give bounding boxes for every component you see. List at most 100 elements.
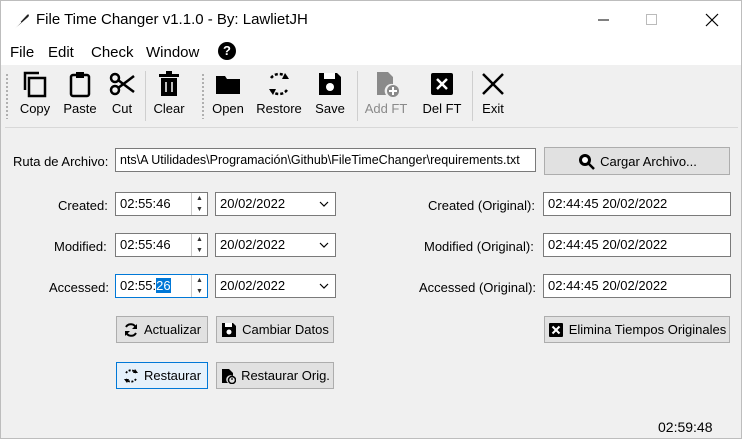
spin-up-icon[interactable]: ▲ (192, 193, 207, 204)
toolbar: Copy Paste Cut Clear Open Restore Save A… (1, 65, 741, 124)
exit-label: Exit (482, 101, 504, 116)
file-path-input[interactable]: nts\A Utilidades\Programación\Github\Fil… (115, 148, 536, 172)
copy-label: Copy (19, 101, 51, 116)
created-original-label: Created (Original): (428, 198, 535, 213)
paste-icon (69, 72, 91, 98)
clear-label: Clear (153, 101, 185, 116)
paste-label: Paste (63, 101, 97, 116)
cut-label: Cut (111, 101, 133, 116)
menu-window[interactable]: Window (146, 44, 199, 61)
refresh-icon (124, 322, 137, 337)
open-label: Open (212, 101, 244, 116)
restaurar-button[interactable]: Restaurar (116, 362, 208, 389)
created-time-value: 02:55:46 (120, 196, 171, 211)
cambiar-datos-label: Cambiar Datos (242, 322, 329, 337)
modified-original-label: Modified (Original): (424, 239, 534, 254)
search-file-icon (579, 154, 595, 170)
trash-icon (159, 71, 179, 96)
spin-down-icon[interactable]: ▼ (192, 204, 207, 215)
created-date-picker[interactable]: 20/02/2022 (215, 192, 336, 216)
modified-time-input[interactable]: 02:55:46 ▲ ▼ (115, 233, 208, 257)
spin-up-icon[interactable]: ▲ (192, 275, 207, 286)
accessed-time-input[interactable]: 02:55:26 ▲ ▼ (115, 274, 208, 298)
menu-bar: File Edit Check Window (1, 39, 741, 65)
created-original-field[interactable]: 02:44:45 20/02/2022 (543, 192, 731, 216)
menu-check[interactable]: Check (91, 44, 134, 61)
created-label: Created: (58, 198, 108, 213)
restore-icon (123, 368, 138, 383)
elimina-originales-button[interactable]: Elimina Tiempos Originales (544, 316, 730, 343)
restore-label: Restore (256, 101, 302, 116)
save-label: Save (315, 101, 345, 116)
created-time-spinner[interactable]: ▲ ▼ (191, 193, 207, 215)
toolbar-separator (357, 71, 358, 121)
delete-box-icon (548, 322, 563, 337)
add-ft-label: Add FT (364, 101, 408, 116)
toolbar-separator (472, 71, 473, 121)
elimina-originales-label: Elimina Tiempos Originales (568, 322, 727, 337)
copy-button[interactable]: Copy (15, 70, 55, 122)
accessed-label: Accessed: (49, 280, 109, 295)
close-button[interactable] (689, 1, 735, 39)
modified-time-spinner[interactable]: ▲ ▼ (191, 234, 207, 256)
paste-button[interactable]: Paste (59, 70, 101, 122)
save-icon (222, 322, 237, 337)
created-date-value: 20/02/2022 (220, 196, 286, 211)
restaurar-orig-button[interactable]: Restaurar Orig. (216, 362, 334, 389)
file-path-label: Ruta de Archivo: (13, 154, 109, 169)
toolbar-separator (145, 71, 146, 121)
spin-up-icon[interactable]: ▲ (192, 234, 207, 245)
exit-button[interactable]: Exit (478, 70, 508, 122)
status-clock: 02:59:48 (658, 419, 713, 435)
modified-date-value: 20/02/2022 (220, 237, 286, 252)
created-time-input[interactable]: 02:55:46 ▲ ▼ (115, 192, 208, 216)
restore-icon (269, 72, 289, 96)
minimize-button[interactable] (581, 1, 627, 39)
actualizar-button[interactable]: Actualizar (116, 316, 208, 343)
del-ft-button[interactable]: Del FT (420, 70, 464, 122)
file-restore-icon (222, 368, 237, 384)
cambiar-datos-button[interactable]: Cambiar Datos (216, 316, 334, 343)
accessed-original-field[interactable]: 02:44:45 20/02/2022 (543, 274, 731, 298)
help-icon[interactable]: ? (218, 42, 236, 60)
restore-button[interactable]: Restore (256, 70, 302, 122)
cut-button[interactable]: Cut (105, 70, 139, 122)
toolbar-divider (5, 127, 738, 128)
chevron-down-icon (319, 201, 329, 207)
accessed-original-label: Accessed (Original): (419, 280, 537, 295)
accessed-date-picker[interactable]: 20/02/2022 (215, 274, 336, 298)
delete-box-icon (431, 73, 453, 95)
del-ft-label: Del FT (422, 101, 462, 116)
title-bar: File Time Changer v1.1.0 - By: LawlietJH (1, 1, 741, 39)
accessed-time-spinner[interactable]: ▲ ▼ (191, 275, 207, 297)
actualizar-label: Actualizar (143, 322, 202, 337)
open-button[interactable]: Open (210, 70, 246, 122)
load-file-button[interactable]: Cargar Archivo... (544, 147, 730, 175)
modified-original-field[interactable]: 02:44:45 20/02/2022 (543, 233, 731, 257)
save-icon (319, 73, 341, 95)
restaurar-label: Restaurar (143, 368, 202, 383)
clear-button[interactable]: Clear (151, 70, 187, 122)
load-file-label: Cargar Archivo... (600, 153, 697, 169)
chevron-down-icon (319, 242, 329, 248)
maximize-button[interactable] (629, 1, 675, 39)
add-file-icon (377, 72, 399, 97)
toolbar-grip[interactable] (201, 73, 205, 119)
feather-icon (11, 11, 31, 31)
save-button[interactable]: Save (313, 70, 347, 122)
app-window: File Time Changer v1.1.0 - By: LawlietJH… (0, 0, 742, 439)
copy-icon (23, 71, 47, 98)
restaurar-orig-label: Restaurar Orig. (241, 368, 330, 383)
modified-label: Modified: (54, 239, 107, 254)
scissors-icon (109, 72, 135, 96)
menu-edit[interactable]: Edit (48, 44, 74, 61)
spin-down-icon[interactable]: ▼ (192, 286, 207, 297)
modified-time-value: 02:55:46 (120, 237, 171, 252)
spin-down-icon[interactable]: ▼ (192, 245, 207, 256)
menu-file[interactable]: File (10, 44, 34, 61)
modified-date-picker[interactable]: 20/02/2022 (215, 233, 336, 257)
add-ft-button[interactable]: Add FT (363, 70, 409, 122)
toolbar-grip[interactable] (5, 73, 9, 119)
accessed-time-selection: 26 (156, 278, 171, 293)
folder-icon (216, 76, 240, 94)
